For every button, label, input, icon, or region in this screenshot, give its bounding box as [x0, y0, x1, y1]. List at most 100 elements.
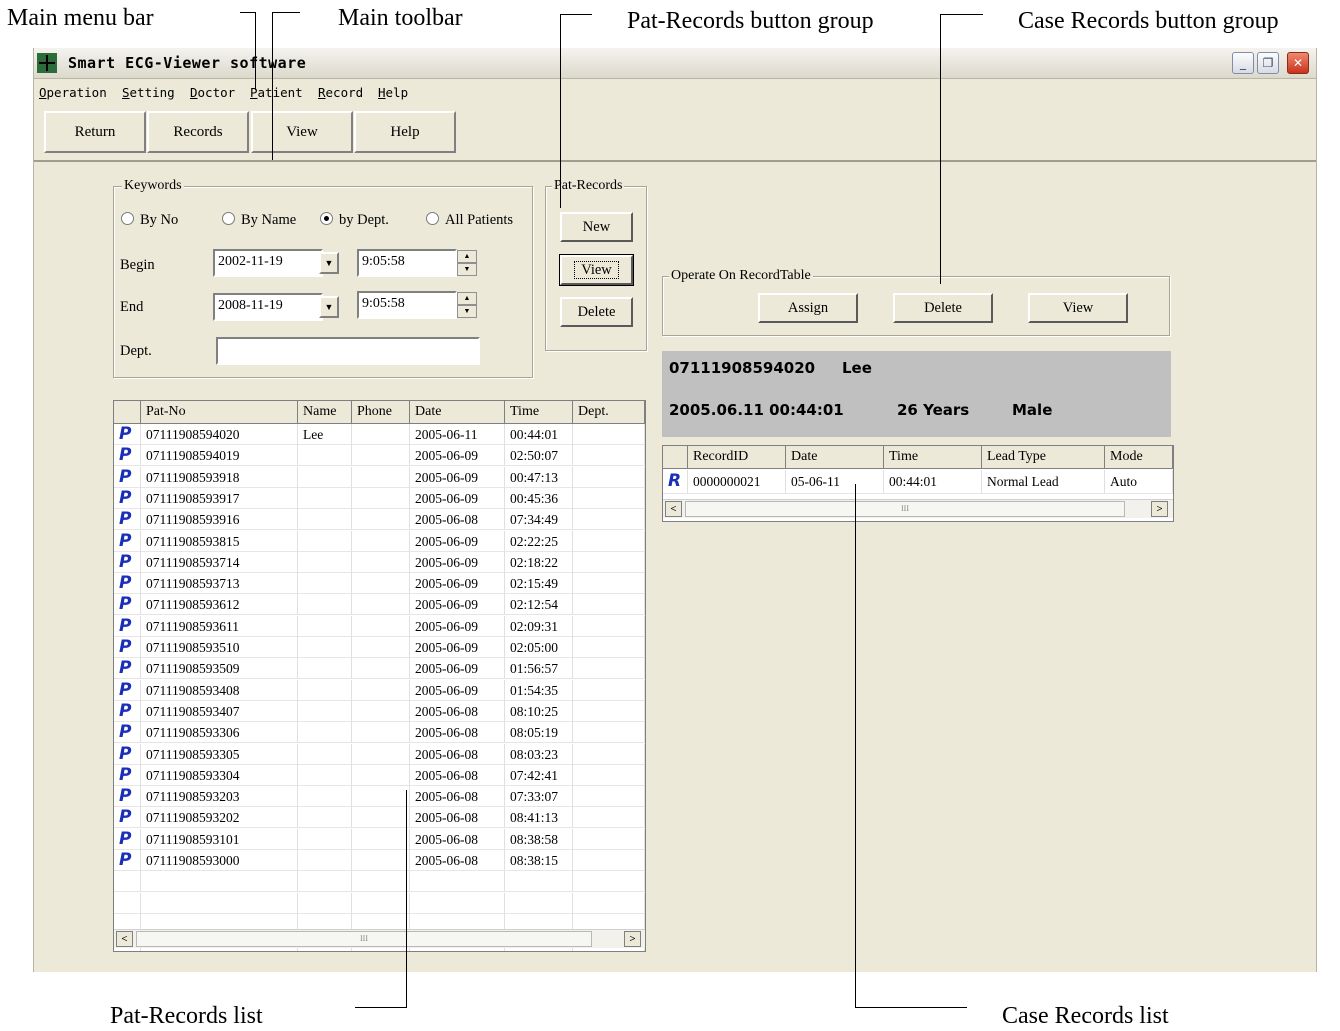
pat-table-row[interactable]: P 07111908593510 2005-06-09 02:05:00	[114, 637, 645, 658]
radio-by-dept[interactable]: by Dept.	[320, 212, 389, 229]
return-button[interactable]: Return	[44, 111, 146, 153]
pat-table-row[interactable]: P 07111908593713 2005-06-09 02:15:49	[114, 573, 645, 595]
pat-table-row[interactable]: P 07111908594020 Lee 2005-06-11 00:44:01	[114, 424, 645, 445]
case-scroll-left-icon[interactable]: <	[665, 501, 682, 517]
begin-time-field[interactable]: 9:05:58	[357, 249, 457, 277]
pat-table-row[interactable]: P 07111908593611 2005-06-09 02:09:31	[114, 615, 645, 637]
end-date-dropdown-icon[interactable]: ▼	[319, 296, 339, 318]
pat-table-row[interactable]: P 07111908593408 2005-06-09 01:54:35	[114, 679, 645, 701]
pat-table-row[interactable]: P 07111908593509 2005-06-09 01:56:57	[114, 658, 645, 680]
patient-p-icon: P	[119, 743, 132, 764]
pat-cell-phone	[352, 679, 410, 701]
radio-all-patients[interactable]: All Patients	[426, 212, 513, 229]
radio-by-name-dot[interactable]	[222, 212, 235, 225]
pat-cell-name	[298, 658, 352, 680]
case-view-button[interactable]: View	[1028, 293, 1128, 323]
records-button[interactable]: Records	[147, 111, 249, 153]
pat-header-name[interactable]: Name	[298, 401, 352, 423]
pat-table-row[interactable]: P 07111908593101 2005-06-08 08:38:58	[114, 828, 645, 850]
radio-by-dept-dot[interactable]	[320, 212, 333, 225]
pat-list-hscrollbar[interactable]: < III >	[114, 929, 645, 948]
restore-icon[interactable]: ❐	[1257, 52, 1279, 74]
pat-table-row[interactable]: P 07111908593000 2005-06-08 08:38:15	[114, 850, 645, 871]
radio-by-name[interactable]: By Name	[222, 212, 296, 229]
view-button[interactable]: View	[251, 111, 353, 153]
menu-patient[interactable]: Patient	[250, 85, 303, 100]
case-assign-button[interactable]: Assign	[758, 293, 858, 323]
radio-by-no-dot[interactable]	[121, 212, 134, 225]
begin-date-field[interactable]: 2002-11-19	[213, 249, 323, 277]
pat-cell-date: 2005-06-11	[410, 424, 505, 445]
menu-help[interactable]: Help	[378, 85, 408, 100]
case-header-date[interactable]: Date	[786, 446, 884, 468]
case-list-hscrollbar[interactable]: < III >	[663, 499, 1173, 518]
scroll-right-icon[interactable]: >	[624, 931, 641, 947]
pat-table-row[interactable]: P 07111908593916 2005-06-08 07:34:49	[114, 509, 645, 531]
minimize-icon[interactable]: _	[1232, 52, 1254, 74]
case-records-list[interactable]: RecordID Date Time Lead Type Mode R 00000…	[662, 445, 1174, 522]
case-scroll-thumb[interactable]: III	[685, 501, 1125, 517]
case-header-record-id[interactable]: RecordID	[688, 446, 786, 468]
pat-header-pat-no[interactable]: Pat-No	[141, 401, 298, 423]
help-button[interactable]: Help	[354, 111, 456, 153]
pat-table-row[interactable]: P 07111908593306 2005-06-08 08:05:19	[114, 722, 645, 744]
pat-new-button[interactable]: New	[560, 212, 633, 242]
menu-setting[interactable]: Setting	[122, 85, 175, 100]
case-header-lead-type[interactable]: Lead Type	[982, 446, 1105, 468]
pat-table-row[interactable]: P 07111908593815 2005-06-09 02:22:25	[114, 530, 645, 552]
end-time-field[interactable]: 9:05:58	[357, 291, 457, 319]
close-icon[interactable]: ✕	[1287, 52, 1309, 74]
menu-doctor[interactable]: Doctor	[190, 85, 235, 100]
case-scroll-right-icon[interactable]: >	[1151, 501, 1168, 517]
pat-cell-name: Lee	[298, 424, 352, 445]
pat-header-phone[interactable]: Phone	[352, 401, 410, 423]
pat-table-row[interactable]: P 07111908593407 2005-06-08 08:10:25	[114, 700, 645, 722]
pat-header-date[interactable]: Date	[410, 401, 505, 423]
begin-time-up-icon[interactable]: ▲	[457, 250, 477, 263]
menu-operation[interactable]: Operation	[39, 85, 107, 100]
pat-cell-phone	[352, 892, 410, 914]
radio-by-no[interactable]: By No	[121, 212, 178, 229]
keywords-group: Keywords By No By Name by Dept. All Pati…	[113, 178, 533, 378]
pat-cell-pat-no: 07111908593000	[141, 850, 298, 871]
pat-table-row[interactable]: P 07111908593612 2005-06-09 02:12:54	[114, 594, 645, 616]
pat-cell-time: 08:10:25	[505, 700, 573, 722]
case-header-time[interactable]: Time	[884, 446, 982, 468]
begin-date-dropdown-icon[interactable]: ▼	[319, 252, 339, 274]
end-time-down-icon[interactable]: ▼	[457, 305, 477, 318]
pat-table-row[interactable]: P 07111908593305 2005-06-08 08:03:23	[114, 743, 645, 765]
pat-cell-phone	[352, 637, 410, 658]
pat-table-row[interactable]: P 07111908593202 2005-06-08 08:41:13	[114, 807, 645, 829]
case-header-mode[interactable]: Mode	[1105, 446, 1173, 468]
menu-record[interactable]: Record	[318, 85, 363, 100]
dept-field[interactable]	[216, 337, 480, 365]
end-date-field[interactable]: 2008-11-19	[213, 293, 323, 321]
pat-records-list[interactable]: Pat-No Name Phone Date Time Dept. P 07111…	[113, 400, 646, 952]
pat-table-row[interactable]: P 07111908594019 2005-06-09 02:50:07	[114, 445, 645, 467]
radio-all-patients-dot[interactable]	[426, 212, 439, 225]
patient-p-icon: P	[119, 700, 132, 721]
pat-table-row[interactable]: P 07111908593203 2005-06-08 07:33:07	[114, 786, 645, 808]
pat-delete-button[interactable]: Delete	[560, 297, 633, 327]
title-bar[interactable]: Smart ECG-Viewer software _ ❐ ✕	[34, 48, 1316, 79]
pat-table-row[interactable]: P 07111908593714 2005-06-09 02:18:22	[114, 551, 645, 573]
pat-table-row[interactable]: P 07111908593918 2005-06-09 00:47:13	[114, 466, 645, 488]
scroll-left-icon[interactable]: <	[116, 931, 133, 947]
case-delete-button[interactable]: Delete	[893, 293, 993, 323]
pat-cell-dept	[573, 487, 645, 509]
pat-cell-date: 2005-06-08	[410, 807, 505, 829]
pat-view-button[interactable]: View	[559, 254, 634, 286]
keywords-legend: Keywords	[122, 178, 184, 194]
pat-table-row[interactable]: P 07111908593304 2005-06-08 07:42:41	[114, 764, 645, 786]
case-table-row[interactable]: R 0000000021 05-06-11 00:44:01 Normal Lead Au…	[663, 470, 1173, 494]
begin-time-down-icon[interactable]: ▼	[457, 263, 477, 276]
end-time-up-icon[interactable]: ▲	[457, 292, 477, 305]
case-cell-time: 00:44:01	[884, 470, 982, 494]
pat-scroll-thumb[interactable]: III	[136, 931, 592, 947]
pat-header-time[interactable]: Time	[505, 401, 573, 423]
pat-cell-pat-no: 07111908593203	[141, 786, 298, 808]
pat-cell-time: 02:18:22	[505, 551, 573, 573]
pat-cell-date: 2005-06-09	[410, 530, 505, 552]
pat-table-row[interactable]: P 07111908593917 2005-06-09 00:45:36	[114, 487, 645, 509]
pat-header-dept[interactable]: Dept.	[573, 401, 645, 423]
